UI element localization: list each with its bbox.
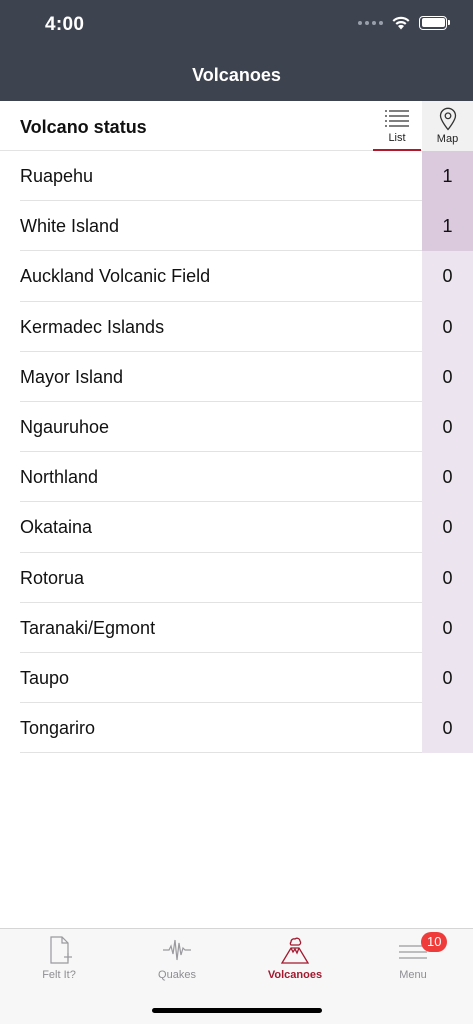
volcano-row[interactable]: Mayor Island 0 [0, 351, 473, 402]
alert-level: 0 [422, 452, 473, 503]
volcano-name: Tongariro [20, 718, 96, 739]
tab-label: Felt It? [42, 969, 76, 981]
volcano-name: Okataina [20, 517, 93, 538]
alert-level: 0 [422, 552, 473, 603]
battery-icon [419, 15, 450, 30]
alert-level: 0 [422, 703, 473, 754]
volcano-name: Ngauruhoe [20, 416, 110, 437]
volcano-row[interactable]: Kermadec Islands 0 [0, 301, 473, 352]
volcano-name: Kermadec Islands [20, 316, 165, 337]
alert-level: 1 [422, 151, 473, 202]
tab-felt-it[interactable]: Felt It? [0, 929, 118, 989]
tab-menu[interactable]: Menu 10 [354, 929, 472, 989]
volcano-name: Mayor Island [20, 366, 124, 387]
volcano-row[interactable]: Taupo 0 [0, 652, 473, 704]
cellular-signal-icon [358, 20, 383, 25]
home-indicator [152, 1008, 322, 1013]
tab-label: Menu [399, 969, 427, 981]
page-title: Volcanoes [192, 65, 281, 85]
section-title: Volcano status [20, 117, 147, 137]
volcano-row[interactable]: Ngauruhoe 0 [0, 401, 473, 453]
volcano-name: White Island [20, 216, 120, 237]
volcano-row[interactable]: Rotorua 0 [0, 552, 473, 603]
notification-badge: 10 [421, 932, 448, 952]
alert-level: 0 [422, 251, 473, 302]
app-header: 4:00 Volcanoes [0, 0, 473, 101]
volcano-name: Rotorua [20, 567, 85, 588]
felt-it-icon [50, 936, 72, 964]
volcano-row[interactable]: Okataina 0 [0, 502, 473, 553]
volcano-name: Taranaki/Egmont [20, 617, 156, 638]
map-pin-icon [439, 107, 456, 131]
list-view-label: List [388, 132, 406, 144]
tab-quakes[interactable]: Quakes [118, 929, 236, 989]
alert-level: 0 [422, 652, 473, 704]
volcano-row[interactable]: Ruapehu 1 [0, 151, 473, 202]
status-icons [358, 15, 450, 30]
map-view-button[interactable]: Map [422, 101, 473, 151]
volcano-row[interactable]: Northland 0 [0, 452, 473, 503]
alert-level: 0 [422, 602, 473, 653]
volcano-row[interactable]: Tongariro 0 [0, 703, 473, 754]
volcano-row[interactable]: Taranaki/Egmont 0 [0, 602, 473, 653]
tab-label: Quakes [158, 969, 196, 981]
alert-level: 0 [422, 401, 473, 453]
wifi-icon [392, 16, 410, 30]
volcano-icon [280, 937, 310, 964]
status-time: 4:00 [45, 14, 85, 35]
list-view-button[interactable]: List [372, 101, 422, 151]
volcano-name: Ruapehu [20, 166, 94, 186]
section-header: Volcano status List Map [0, 101, 473, 151]
volcano-list: Ruapehu 1 White Island 1 Auckland Volcan… [0, 151, 473, 754]
tab-volcanoes[interactable]: Volcanoes [236, 929, 354, 989]
alert-level: 0 [422, 301, 473, 352]
row-divider [20, 752, 422, 754]
tab-label: Volcanoes [267, 969, 323, 981]
volcano-name: Auckland Volcanic Field [20, 266, 211, 287]
volcano-name: Northland [20, 467, 99, 488]
list-icon [385, 110, 409, 127]
volcano-name: Taupo [20, 667, 70, 688]
alert-level: 1 [422, 201, 473, 252]
seismograph-icon [163, 939, 191, 961]
alert-level: 0 [422, 351, 473, 402]
alert-level: 0 [422, 502, 473, 553]
map-view-label: Map [436, 133, 459, 145]
volcano-row[interactable]: White Island 1 [0, 201, 473, 252]
volcano-row[interactable]: Auckland Volcanic Field 0 [0, 251, 473, 302]
